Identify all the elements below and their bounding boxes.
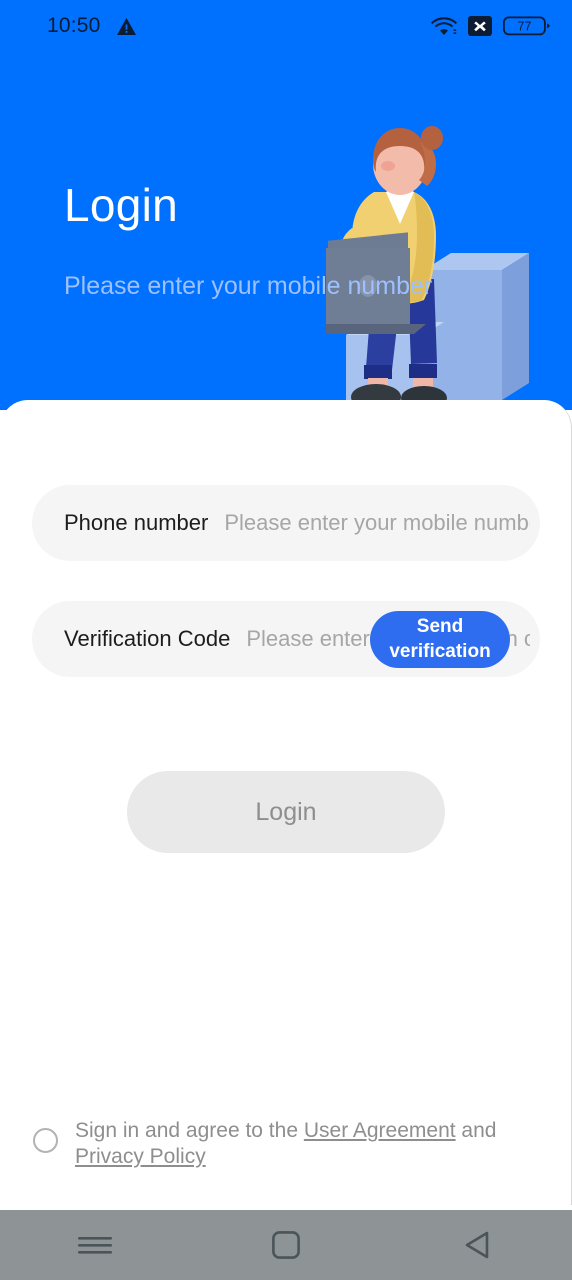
verification-code-field[interactable]: Verification Code Send verification code [32,601,540,677]
menu-icon [78,1233,113,1257]
status-bar-left: 10:50 [47,14,136,38]
status-bar: 10:50 77 [0,0,572,52]
status-bar-clock: 10:50 [47,14,101,37]
recents-button[interactable] [0,1233,191,1257]
login-button[interactable]: Login [127,771,445,853]
warning-triangle-icon [116,17,136,35]
agreement-row[interactable]: Sign in and agree to the User Agreement … [33,1118,533,1170]
phone-number-label: Phone number [64,510,209,535]
verification-code-label: Verification Code [64,626,231,651]
home-square-icon [272,1231,300,1259]
send-verification-code-button[interactable]: Send verification code [370,611,510,668]
battery-icon: 77 [503,14,550,38]
agreement-checkbox[interactable] [33,1128,58,1153]
wifi-icon [431,16,457,37]
agreement-text: Sign in and agree to the User Agreement … [75,1118,533,1170]
phone-number-input[interactable] [224,510,530,536]
x-badge-icon [468,14,492,38]
home-button[interactable] [191,1231,382,1259]
user-agreement-link[interactable]: User Agreement [304,1119,456,1142]
login-card: Phone number Verification Code Send veri… [0,400,572,1205]
page-title: Login [64,179,179,231]
phone-screen: 10:50 77 Login Please enter your mobile … [0,0,572,1280]
header-panel: 10:50 77 Login Please enter your mobile … [0,0,572,410]
privacy-policy-link[interactable]: Privacy Policy [75,1145,206,1168]
agreement-middle: and [455,1119,497,1142]
woman-with-laptop-illustration [316,120,546,410]
android-navigation-bar [0,1210,572,1280]
back-triangle-icon [463,1230,491,1260]
status-bar-right: 77 [431,14,550,38]
phone-number-field[interactable]: Phone number [32,485,540,561]
battery-level-label: 77 [518,19,532,33]
page-subtitle: Please enter your mobile number [64,272,433,300]
back-button[interactable] [381,1230,572,1260]
agreement-prefix: Sign in and agree to the [75,1119,304,1142]
